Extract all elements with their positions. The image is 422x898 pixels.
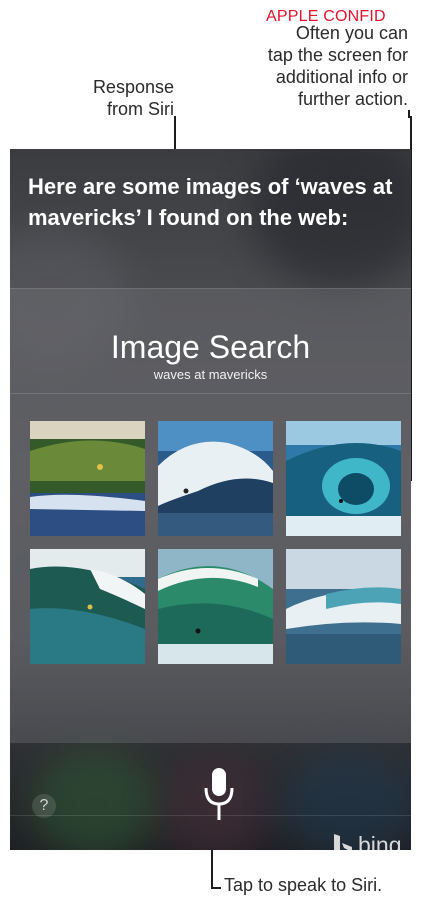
- help-button[interactable]: ?: [32, 794, 56, 818]
- callout-tip-line2: tap the screen for: [267, 45, 408, 65]
- callout-tip-line3: additional info or: [275, 67, 408, 87]
- image-thumbnail-1[interactable]: [30, 421, 145, 536]
- callout-tap-screen-tip: Often you can tap the screen for additio…: [220, 22, 408, 110]
- wave-image-1: [30, 421, 145, 536]
- image-thumbnail-4[interactable]: [30, 549, 145, 664]
- wave-image-5: [158, 549, 273, 664]
- card-title: Image Search: [110, 329, 311, 365]
- image-thumbnail-5[interactable]: [158, 549, 273, 664]
- microphone-icon[interactable]: [203, 768, 235, 820]
- callout-response-line2: from Siri: [107, 99, 174, 119]
- image-search-card[interactable]: Image Search waves at mavericks bing: [10, 288, 411, 850]
- callout-response-from-siri: Response from Siri: [64, 76, 174, 120]
- leader-line-tap-horizontal: [211, 887, 221, 889]
- wave-image-3: [286, 421, 401, 536]
- image-thumbnail-6[interactable]: [286, 549, 401, 664]
- wave-image-4: [30, 549, 145, 664]
- card-divider: [10, 393, 411, 394]
- image-thumbnail-2[interactable]: [158, 421, 273, 536]
- card-subtitle: waves at mavericks: [153, 367, 268, 382]
- search-provider-row[interactable]: bing: [10, 815, 411, 850]
- siri-screen[interactable]: Here are some images of ‘waves at maveri…: [10, 149, 411, 850]
- image-thumbnail-3[interactable]: [286, 421, 401, 536]
- siri-response-text: Here are some images of ‘waves at maveri…: [28, 174, 393, 230]
- callout-tip-line4: further action.: [297, 89, 408, 109]
- callout-tap-to-speak: Tap to speak to Siri.: [224, 875, 383, 895]
- wave-image-6: [286, 549, 401, 664]
- bing-logo-icon: [334, 834, 352, 850]
- callout-tip-line1: Often you can: [295, 23, 408, 43]
- wave-image-2: [158, 421, 273, 536]
- callout-response-line1: Response: [92, 77, 174, 97]
- bing-logo-text: bing: [358, 832, 402, 850]
